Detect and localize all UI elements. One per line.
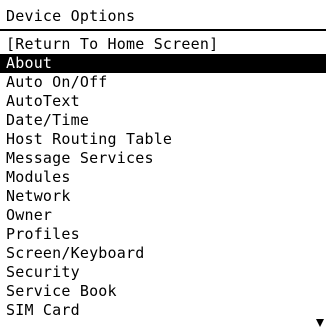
menu-item-host-routing-table[interactable]: Host Routing Table xyxy=(0,130,326,149)
menu-item-date-time[interactable]: Date/Time xyxy=(0,111,326,130)
menu-item-sim-card[interactable]: SIM Card xyxy=(0,301,326,320)
menu-item-owner[interactable]: Owner xyxy=(0,206,326,225)
menu-item-return-home[interactable]: [Return To Home Screen] xyxy=(0,35,326,54)
screen-title: Device Options xyxy=(6,7,136,25)
menu-item-message-services[interactable]: Message Services xyxy=(0,149,326,168)
device-options-screen: Device Options [Return To Home Screen] A… xyxy=(0,0,326,331)
menu-item-autotext[interactable]: AutoText xyxy=(0,92,326,111)
menu-item-auto-on-off[interactable]: Auto On/Off xyxy=(0,73,326,92)
menu-item-profiles[interactable]: Profiles xyxy=(0,225,326,244)
menu-item-screen-keyboard[interactable]: Screen/Keyboard xyxy=(0,244,326,263)
menu-item-security[interactable]: Security xyxy=(0,263,326,282)
device-options-menu: [Return To Home Screen] About Auto On/Of… xyxy=(0,35,326,320)
title-bar: Device Options xyxy=(0,0,326,31)
menu-item-service-book[interactable]: Service Book xyxy=(0,282,326,301)
menu-item-network[interactable]: Network xyxy=(0,187,326,206)
menu-item-modules[interactable]: Modules xyxy=(0,168,326,187)
menu-item-about[interactable]: About xyxy=(0,54,326,73)
scroll-down-arrow-icon xyxy=(316,319,324,327)
